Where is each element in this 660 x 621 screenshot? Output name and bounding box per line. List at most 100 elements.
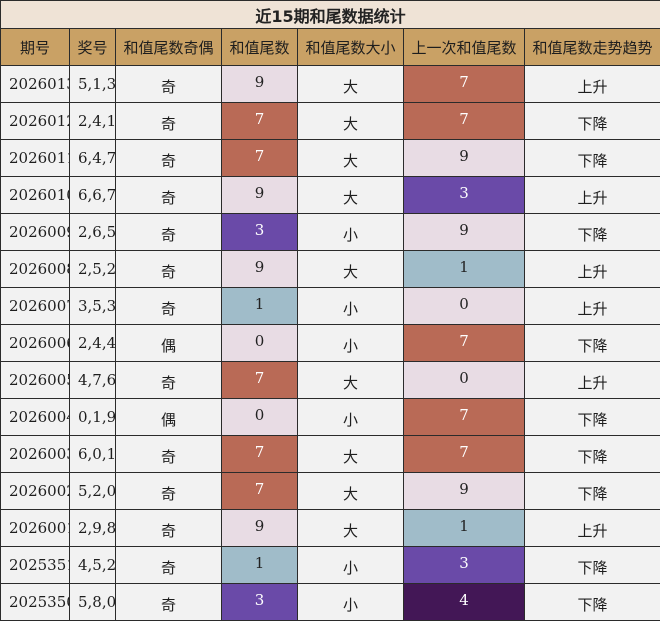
prev-tail-cell: 9 bbox=[404, 473, 525, 510]
header-numbers: 奖号 bbox=[70, 29, 116, 66]
size-cell: 大 bbox=[298, 473, 404, 510]
size-cell: 大 bbox=[298, 251, 404, 288]
table-row: 20260073,5,3奇1小0上升 bbox=[1, 288, 660, 325]
header-trend: 和值尾数走势趋势 bbox=[525, 29, 660, 66]
tail-cell: 7 bbox=[222, 103, 298, 140]
tail-cell: 7 bbox=[222, 473, 298, 510]
trend-cell: 上升 bbox=[525, 177, 660, 214]
tail-stats-table: 近15期和尾数据统计 期号 奖号 和值尾数奇偶 和值尾数 和值尾数大小 上一次和… bbox=[0, 0, 660, 621]
prev-tail-cell: 4 bbox=[404, 584, 525, 621]
prev-tail-cell: 7 bbox=[404, 399, 525, 436]
prev-tail-cell: 9 bbox=[404, 140, 525, 177]
table-row: 20260135,1,3奇9大7上升 bbox=[1, 66, 660, 103]
issue-cell: 2026012 bbox=[1, 103, 70, 140]
issue-cell: 2026008 bbox=[1, 251, 70, 288]
numbers-cell: 5,2,0 bbox=[70, 473, 116, 510]
parity-cell: 奇 bbox=[116, 584, 222, 621]
size-cell: 大 bbox=[298, 510, 404, 547]
trend-cell: 上升 bbox=[525, 288, 660, 325]
table-row: 20260054,7,6奇7大0上升 bbox=[1, 362, 660, 399]
tail-cell: 7 bbox=[222, 362, 298, 399]
size-cell: 大 bbox=[298, 177, 404, 214]
title-row: 近15期和尾数据统计 bbox=[1, 1, 660, 29]
table-row: 20260012,9,8奇9大1上升 bbox=[1, 510, 660, 547]
numbers-cell: 2,9,8 bbox=[70, 510, 116, 547]
parity-cell: 奇 bbox=[116, 288, 222, 325]
trend-cell: 下降 bbox=[525, 399, 660, 436]
size-cell: 小 bbox=[298, 214, 404, 251]
numbers-cell: 4,7,6 bbox=[70, 362, 116, 399]
trend-cell: 下降 bbox=[525, 473, 660, 510]
prev-tail-cell: 7 bbox=[404, 436, 525, 473]
trend-cell: 下降 bbox=[525, 547, 660, 584]
issue-cell: 2025351 bbox=[1, 547, 70, 584]
trend-cell: 上升 bbox=[525, 251, 660, 288]
issue-cell: 2026004 bbox=[1, 399, 70, 436]
size-cell: 小 bbox=[298, 584, 404, 621]
table-row: 20260040,1,9偶0小7下降 bbox=[1, 399, 660, 436]
trend-cell: 上升 bbox=[525, 510, 660, 547]
tail-cell: 3 bbox=[222, 214, 298, 251]
tail-cell: 0 bbox=[222, 399, 298, 436]
trend-cell: 下降 bbox=[525, 584, 660, 621]
size-cell: 大 bbox=[298, 66, 404, 103]
parity-cell: 奇 bbox=[116, 177, 222, 214]
parity-cell: 奇 bbox=[116, 510, 222, 547]
size-cell: 小 bbox=[298, 325, 404, 362]
header-prev-tail: 上一次和值尾数 bbox=[404, 29, 525, 66]
parity-cell: 奇 bbox=[116, 547, 222, 584]
trend-cell: 下降 bbox=[525, 103, 660, 140]
numbers-cell: 4,5,2 bbox=[70, 547, 116, 584]
size-cell: 小 bbox=[298, 399, 404, 436]
size-cell: 大 bbox=[298, 436, 404, 473]
issue-cell: 2026002 bbox=[1, 473, 70, 510]
size-cell: 小 bbox=[298, 288, 404, 325]
issue-cell: 2026007 bbox=[1, 288, 70, 325]
table-row: 20253505,8,0奇3小4下降 bbox=[1, 584, 660, 621]
prev-tail-cell: 1 bbox=[404, 510, 525, 547]
size-cell: 大 bbox=[298, 362, 404, 399]
tail-cell: 3 bbox=[222, 584, 298, 621]
header-parity: 和值尾数奇偶 bbox=[116, 29, 222, 66]
prev-tail-cell: 0 bbox=[404, 362, 525, 399]
table-body: 20260135,1,3奇9大7上升20260122,4,1奇7大7下降2026… bbox=[1, 66, 660, 621]
table-title: 近15期和尾数据统计 bbox=[1, 1, 660, 29]
tail-cell: 9 bbox=[222, 251, 298, 288]
tail-cell: 9 bbox=[222, 510, 298, 547]
numbers-cell: 6,4,7 bbox=[70, 140, 116, 177]
stats-sheet: 近15期和尾数据统计 期号 奖号 和值尾数奇偶 和值尾数 和值尾数大小 上一次和… bbox=[0, 0, 660, 619]
parity-cell: 奇 bbox=[116, 436, 222, 473]
table-row: 20260092,6,5奇3小9下降 bbox=[1, 214, 660, 251]
parity-cell: 奇 bbox=[116, 103, 222, 140]
prev-tail-cell: 7 bbox=[404, 325, 525, 362]
parity-cell: 奇 bbox=[116, 473, 222, 510]
table-row: 20260082,5,2奇9大1上升 bbox=[1, 251, 660, 288]
trend-cell: 下降 bbox=[525, 436, 660, 473]
tail-cell: 9 bbox=[222, 66, 298, 103]
parity-cell: 偶 bbox=[116, 325, 222, 362]
parity-cell: 奇 bbox=[116, 214, 222, 251]
tail-cell: 1 bbox=[222, 288, 298, 325]
numbers-cell: 0,1,9 bbox=[70, 399, 116, 436]
header-size: 和值尾数大小 bbox=[298, 29, 404, 66]
issue-cell: 2026010 bbox=[1, 177, 70, 214]
issue-cell: 2026009 bbox=[1, 214, 70, 251]
table-row: 20253514,5,2奇1小3下降 bbox=[1, 547, 660, 584]
numbers-cell: 2,5,2 bbox=[70, 251, 116, 288]
prev-tail-cell: 3 bbox=[404, 547, 525, 584]
header-issue: 期号 bbox=[1, 29, 70, 66]
parity-cell: 奇 bbox=[116, 66, 222, 103]
trend-cell: 下降 bbox=[525, 214, 660, 251]
tail-cell: 1 bbox=[222, 547, 298, 584]
trend-cell: 上升 bbox=[525, 66, 660, 103]
tail-cell: 0 bbox=[222, 325, 298, 362]
table-row: 20260062,4,4偶0小7下降 bbox=[1, 325, 660, 362]
numbers-cell: 2,4,4 bbox=[70, 325, 116, 362]
header-tail: 和值尾数 bbox=[222, 29, 298, 66]
prev-tail-cell: 7 bbox=[404, 66, 525, 103]
size-cell: 大 bbox=[298, 140, 404, 177]
issue-cell: 2025350 bbox=[1, 584, 70, 621]
numbers-cell: 3,5,3 bbox=[70, 288, 116, 325]
issue-cell: 2026003 bbox=[1, 436, 70, 473]
numbers-cell: 6,0,1 bbox=[70, 436, 116, 473]
